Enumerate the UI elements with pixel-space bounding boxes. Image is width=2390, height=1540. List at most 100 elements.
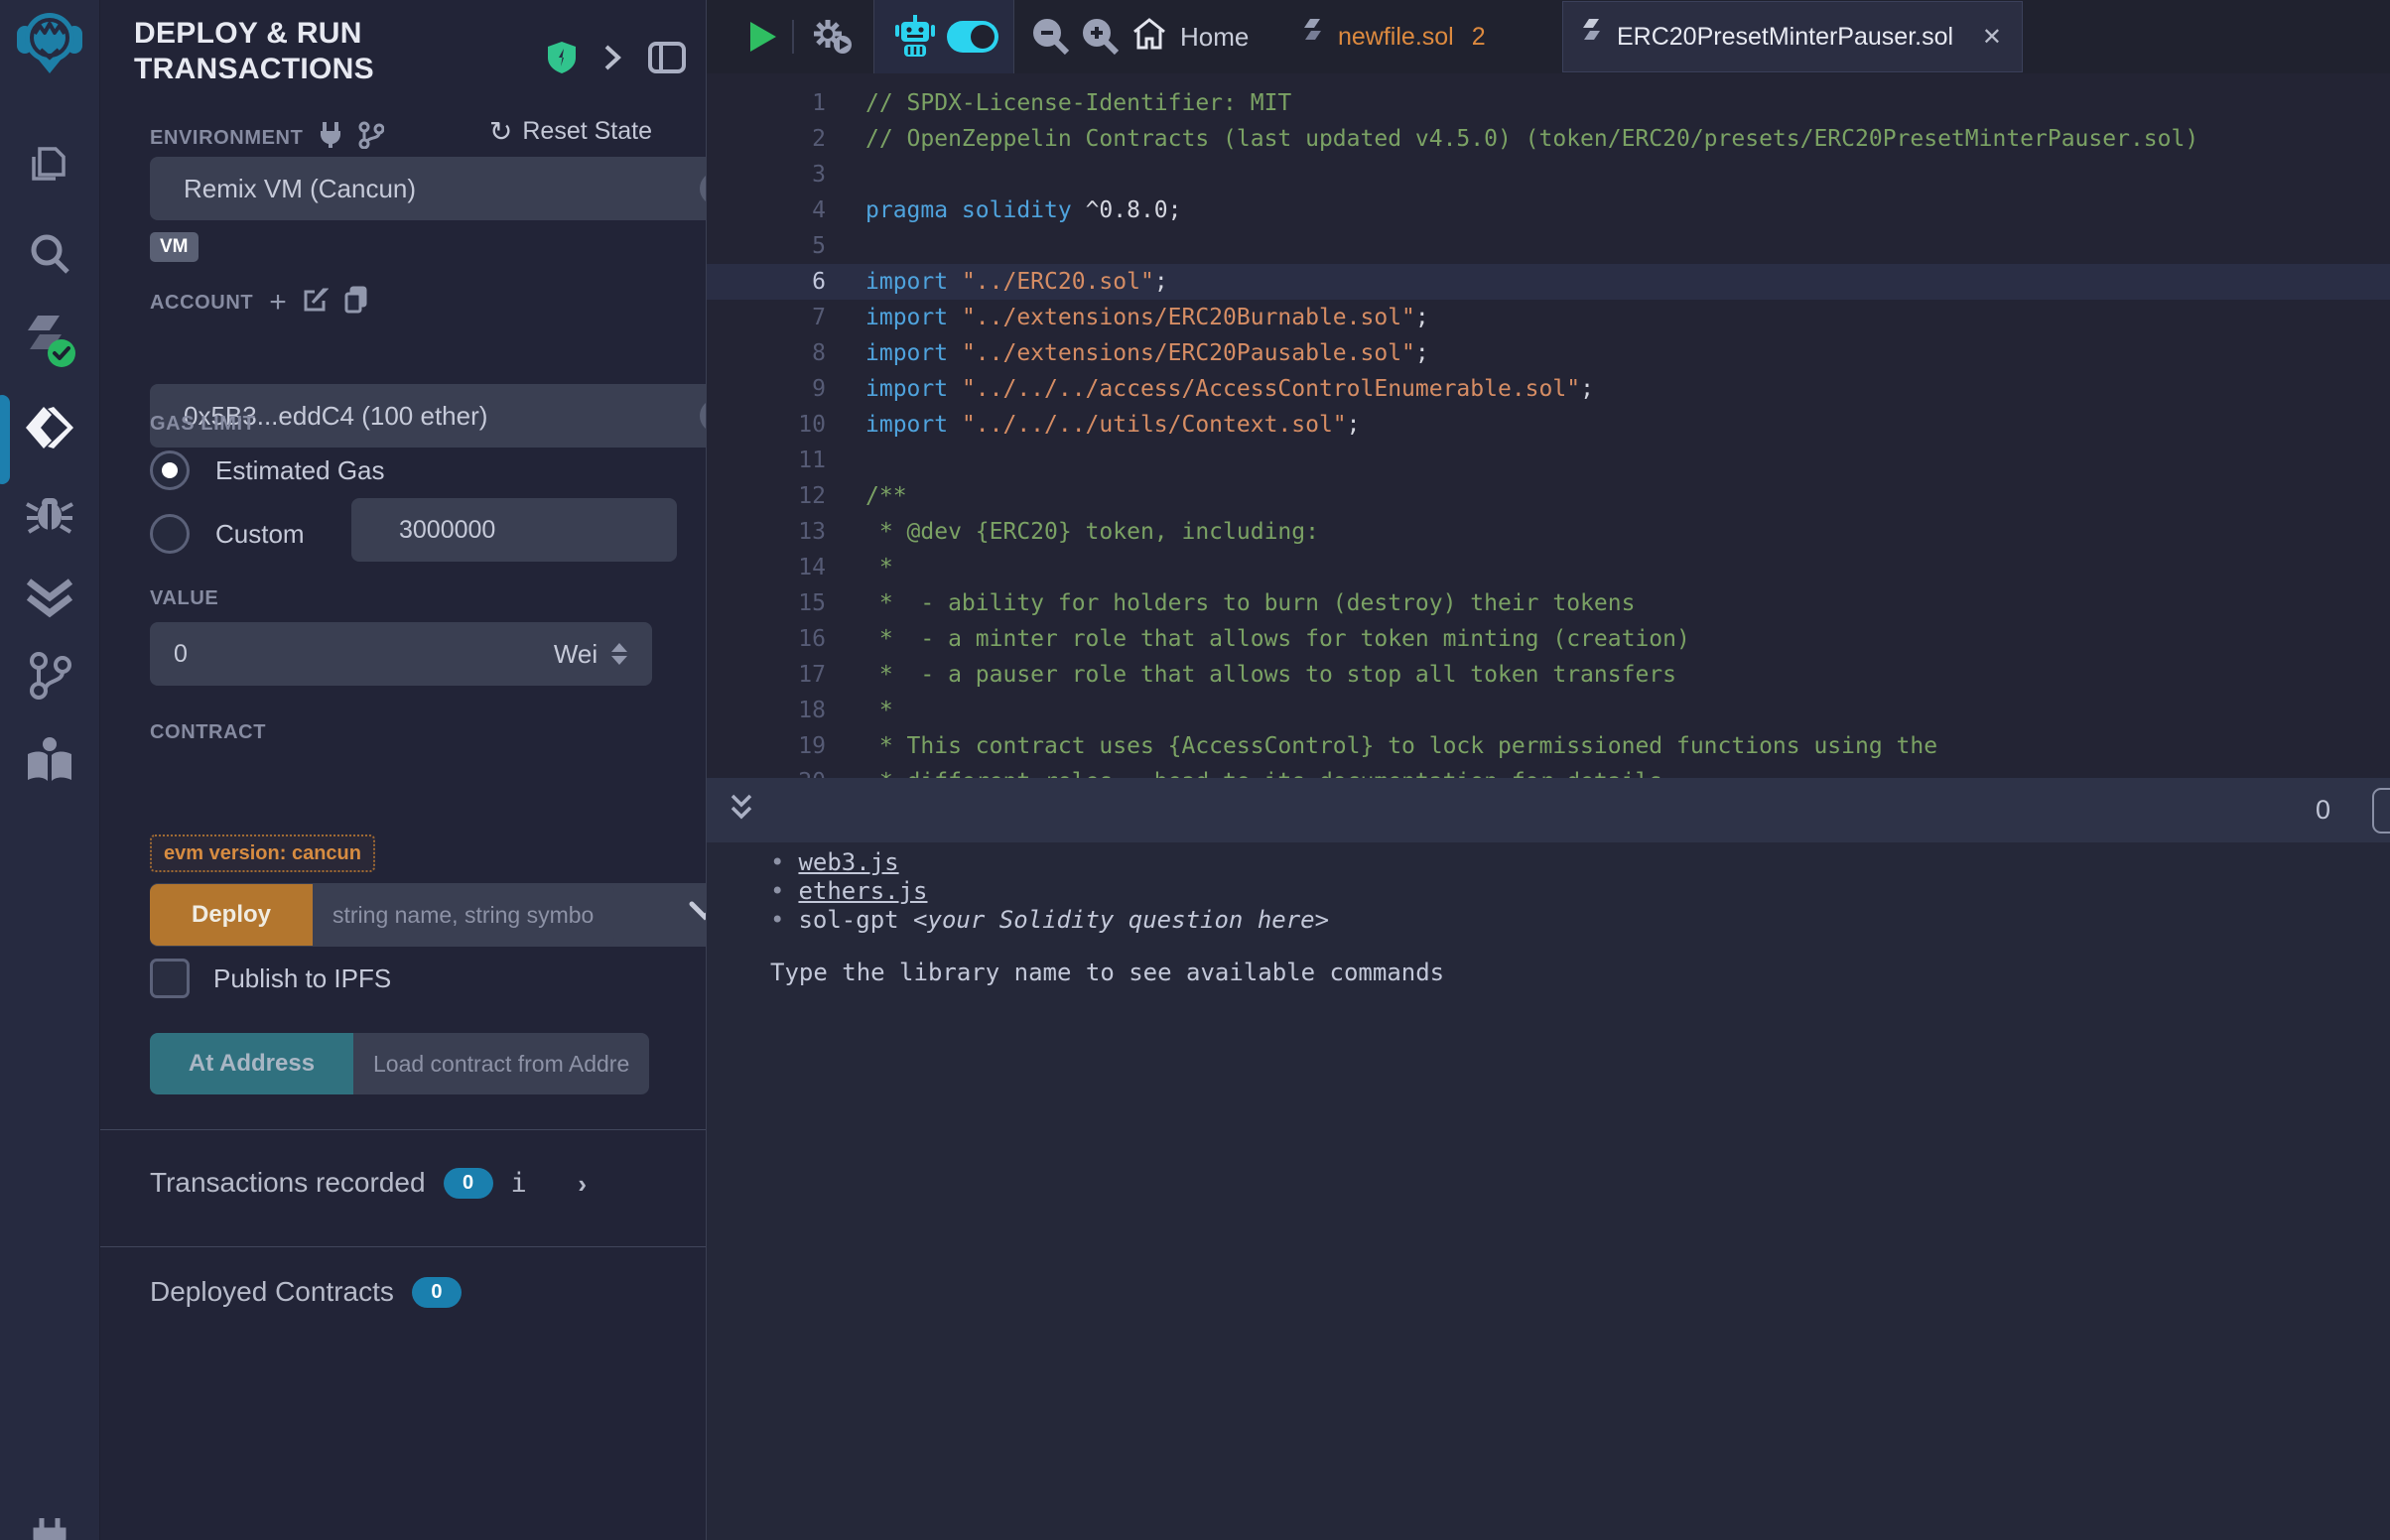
- script-config-icon[interactable]: [810, 0, 854, 73]
- close-tab-icon[interactable]: ✕: [1982, 23, 2002, 52]
- code-line[interactable]: 13 * @dev {ERC20} token, including:: [707, 514, 2390, 550]
- tab-erc20-preset-minter-pauser[interactable]: ERC20PresetMinterPauser.sol ✕: [1562, 1, 2023, 72]
- code-line[interactable]: 6import "../ERC20.sol";: [707, 264, 2390, 300]
- add-account-icon[interactable]: +: [269, 293, 287, 313]
- publish-ipfs-checkbox[interactable]: [150, 959, 190, 998]
- line-number[interactable]: 14: [707, 550, 826, 585]
- expand-terminal-icon[interactable]: [729, 793, 754, 828]
- deploy-run-panel: DEPLOY & RUN TRANSACTIONS ENVIRONMENT: [100, 0, 707, 1540]
- code-line[interactable]: 17 * - a pauser role that allows to stop…: [707, 657, 2390, 693]
- deploy-args-input[interactable]: [313, 884, 614, 946]
- line-number[interactable]: 2: [707, 121, 826, 157]
- at-address-input[interactable]: [353, 1033, 649, 1094]
- code-line[interactable]: 18 *: [707, 693, 2390, 728]
- code-line[interactable]: 12/**: [707, 478, 2390, 514]
- tab-home[interactable]: Home: [1132, 0, 1249, 73]
- terminal-entry[interactable]: •ethers.js: [770, 877, 2390, 906]
- terminal-search-box[interactable]: [2372, 788, 2390, 834]
- estimated-gas-option[interactable]: Estimated Gas: [150, 450, 652, 490]
- line-number[interactable]: 12: [707, 478, 826, 514]
- expand-deploy-icon[interactable]: [688, 900, 707, 927]
- plugin-manager-icon[interactable]: [28, 1516, 71, 1540]
- line-number[interactable]: 1: [707, 85, 826, 121]
- terminal-entry[interactable]: •web3.js: [770, 848, 2390, 877]
- run-script-button[interactable]: [748, 0, 778, 73]
- expand-transactions-icon[interactable]: ›: [578, 1169, 587, 1200]
- code-line[interactable]: 11: [707, 443, 2390, 478]
- line-number[interactable]: 10: [707, 407, 826, 443]
- line-number[interactable]: 13: [707, 514, 826, 550]
- remix-logo[interactable]: [17, 10, 82, 86]
- panel-chevron-icon[interactable]: [602, 43, 622, 77]
- deploy-button[interactable]: Deploy: [150, 884, 313, 946]
- code-line[interactable]: 8import "../extensions/ERC20Pausable.sol…: [707, 335, 2390, 371]
- custom-gas-radio[interactable]: [150, 514, 190, 554]
- solidity-file-icon: [1304, 19, 1324, 56]
- zoom-out-icon[interactable]: [1030, 0, 1070, 73]
- info-icon[interactable]: i: [511, 1168, 527, 1199]
- custom-gas-option[interactable]: Custom: [150, 514, 305, 554]
- line-number[interactable]: 11: [707, 443, 826, 478]
- code-line[interactable]: 20 * different roles - head to its docum…: [707, 764, 2390, 778]
- line-number[interactable]: 9: [707, 371, 826, 407]
- code-line[interactable]: 2// OpenZeppelin Contracts (last updated…: [707, 121, 2390, 157]
- code-line[interactable]: 5: [707, 228, 2390, 264]
- contract-label: CONTRACT: [150, 721, 652, 744]
- code-line[interactable]: 19 * This contract uses {AccessControl} …: [707, 728, 2390, 764]
- terminal-output[interactable]: •web3.js•ethers.js•sol-gpt <your Solidit…: [707, 842, 2390, 1540]
- line-number[interactable]: 8: [707, 335, 826, 371]
- git-icon[interactable]: [27, 651, 72, 706]
- zoom-in-icon[interactable]: [1080, 0, 1120, 73]
- code-line[interactable]: 10import "../../../utils/Context.sol";: [707, 407, 2390, 443]
- line-number[interactable]: 18: [707, 693, 826, 728]
- ai-toggle[interactable]: [947, 0, 998, 73]
- code-line[interactable]: 7import "../extensions/ERC20Burnable.sol…: [707, 300, 2390, 335]
- tab-newfile[interactable]: newfile.sol 2: [1304, 0, 1486, 73]
- line-number[interactable]: 15: [707, 585, 826, 621]
- solidity-compiler-icon[interactable]: [22, 314, 77, 376]
- deployed-contracts-row: Deployed Contracts 0: [150, 1276, 652, 1308]
- remix-ide: DEPLOY & RUN TRANSACTIONS ENVIRONMENT: [0, 0, 2390, 1540]
- shield-icon[interactable]: [547, 41, 577, 79]
- line-number[interactable]: 3: [707, 157, 826, 192]
- code-line[interactable]: 3: [707, 157, 2390, 192]
- line-number[interactable]: 5: [707, 228, 826, 264]
- code-line[interactable]: 4pragma solidity ^0.8.0;: [707, 192, 2390, 228]
- copy-account-icon[interactable]: [344, 286, 368, 320]
- debugger-icon[interactable]: [25, 488, 74, 543]
- learneth-icon[interactable]: [24, 736, 75, 789]
- static-analysis-icon[interactable]: [25, 576, 74, 624]
- code-line[interactable]: 1// SPDX-License-Identifier: MIT: [707, 85, 2390, 121]
- value-input[interactable]: [150, 622, 537, 686]
- sign-message-icon[interactable]: [303, 287, 329, 319]
- reset-state-button[interactable]: ↻ Reset State: [489, 117, 652, 146]
- line-number[interactable]: 6: [707, 264, 826, 300]
- transactions-recorded-row[interactable]: Transactions recorded 0 i ›: [150, 1167, 652, 1199]
- code-editor[interactable]: 1// SPDX-License-Identifier: MIT2// Open…: [707, 73, 2390, 778]
- search-icon[interactable]: [26, 230, 73, 283]
- deploy-and-run-icon[interactable]: [24, 405, 75, 455]
- line-number[interactable]: 16: [707, 621, 826, 657]
- code-line[interactable]: 15 * - ability for holders to burn (dest…: [707, 585, 2390, 621]
- file-explorer-icon[interactable]: [26, 139, 73, 192]
- ai-assistant-icon[interactable]: [895, 0, 935, 73]
- toolbar-divider: [792, 20, 794, 54]
- publish-ipfs-option[interactable]: Publish to IPFS: [150, 959, 652, 998]
- at-address-button[interactable]: At Address: [150, 1033, 353, 1094]
- code-line[interactable]: 9import "../../../access/AccessControlEn…: [707, 371, 2390, 407]
- custom-gas-input[interactable]: [351, 498, 677, 562]
- split-view-icon[interactable]: [648, 42, 686, 78]
- plug-icon[interactable]: [319, 122, 342, 154]
- code-line[interactable]: 16 * - a minter role that allows for tok…: [707, 621, 2390, 657]
- environment-select[interactable]: Remix VM (Cancun): [150, 157, 707, 220]
- estimated-gas-radio[interactable]: [150, 450, 190, 490]
- line-number[interactable]: 19: [707, 728, 826, 764]
- value-unit-select[interactable]: Wei: [529, 622, 652, 686]
- line-number[interactable]: 4: [707, 192, 826, 228]
- line-number[interactable]: 7: [707, 300, 826, 335]
- code-line[interactable]: 14 *: [707, 550, 2390, 585]
- fork-state-icon[interactable]: [358, 121, 384, 155]
- line-number[interactable]: 20: [707, 764, 826, 778]
- line-number[interactable]: 17: [707, 657, 826, 693]
- terminal-hint: Type the library name to see available c…: [770, 959, 2390, 987]
